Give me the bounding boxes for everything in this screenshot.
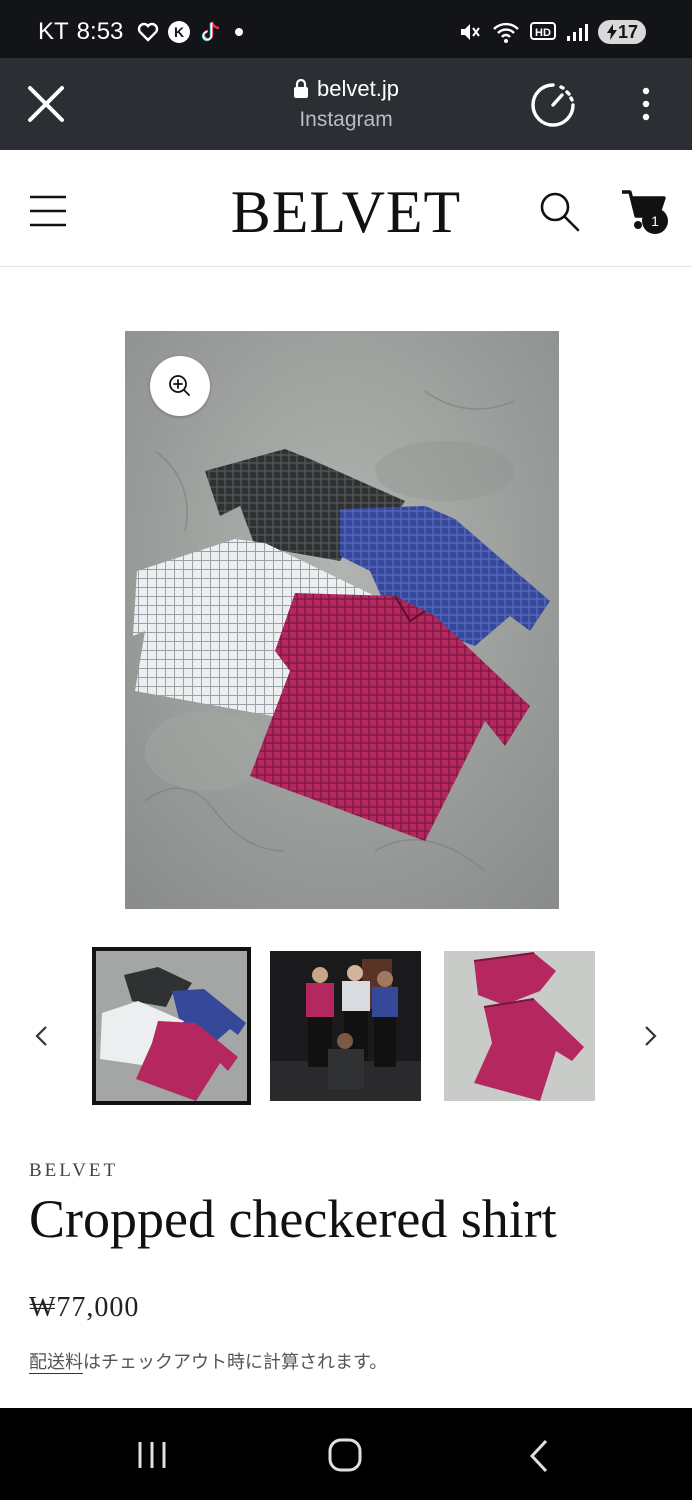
dot-icon [235,28,244,36]
lock-icon [294,79,309,98]
status-left: KT 8:53 K [38,18,249,46]
cart-count-badge: 1 [642,208,668,234]
site-header: BELVET 1 [0,150,692,267]
system-nav-bar [0,1408,692,1500]
search-icon[interactable] [538,190,580,232]
status-right: HD 17 [458,20,646,44]
zoom-button[interactable] [150,356,210,416]
battery-indicator: 17 [597,20,646,44]
url-display[interactable]: belvet.jp Instagram [0,76,692,132]
thumbnail-models-image [270,951,421,1101]
thumbnail-magenta-image [444,951,595,1101]
thumbnail-shirts-image [96,951,247,1101]
carrier-label: KT [38,18,69,45]
thumbnail-1[interactable] [92,947,251,1105]
time-label: 8:53 [76,18,124,45]
battery-level: 17 [617,21,638,42]
product-price: ₩77,000 [29,1292,140,1323]
product-main-image[interactable] [125,331,559,909]
wifi-icon [493,22,519,43]
home-icon[interactable] [326,1436,364,1474]
thumbnail-2[interactable] [270,951,421,1101]
product-title: Cropped checkered shirt [29,1189,557,1249]
tiktok-icon [202,21,220,42]
shipping-note: 配送料はチェックアウト時に計算されます。 [29,1348,387,1374]
charging-icon [606,24,617,40]
shirts-photo [125,331,559,909]
kakao-talk-icon: K [168,21,191,43]
thumbnail-3[interactable] [444,951,595,1101]
signal-icon [566,24,588,41]
in-app-browser-bar: belvet.jp Instagram [0,58,692,150]
status-bar: KT 8:53 K HD 17 [0,0,692,58]
shipping-note-text: はチェックアウト時に計算されます。 [83,1352,388,1373]
heart-outline-icon [138,22,159,42]
back-icon[interactable] [524,1438,554,1474]
recent-apps-icon[interactable] [132,1438,172,1472]
url-source: Instagram [299,108,393,131]
cart-button[interactable]: 1 [620,188,678,240]
svg-text:HD: HD [535,27,551,39]
notification-icons: K [137,20,249,44]
hd-icon: HD [529,22,556,40]
chevron-right-icon[interactable] [636,1018,664,1054]
shipping-link[interactable]: 配送料 [29,1352,83,1374]
product-vendor: BELVET [29,1160,119,1181]
site-logo[interactable]: BELVET [0,178,692,247]
url-domain: belvet.jp [317,76,399,101]
zoom-in-icon [169,375,190,396]
mute-icon [460,24,480,40]
url-line: belvet.jp [0,76,692,102]
more-vertical-icon[interactable] [634,86,658,122]
speedometer-icon[interactable] [528,80,578,130]
chevron-left-icon[interactable] [28,1018,56,1054]
svg-text:K: K [174,24,184,40]
